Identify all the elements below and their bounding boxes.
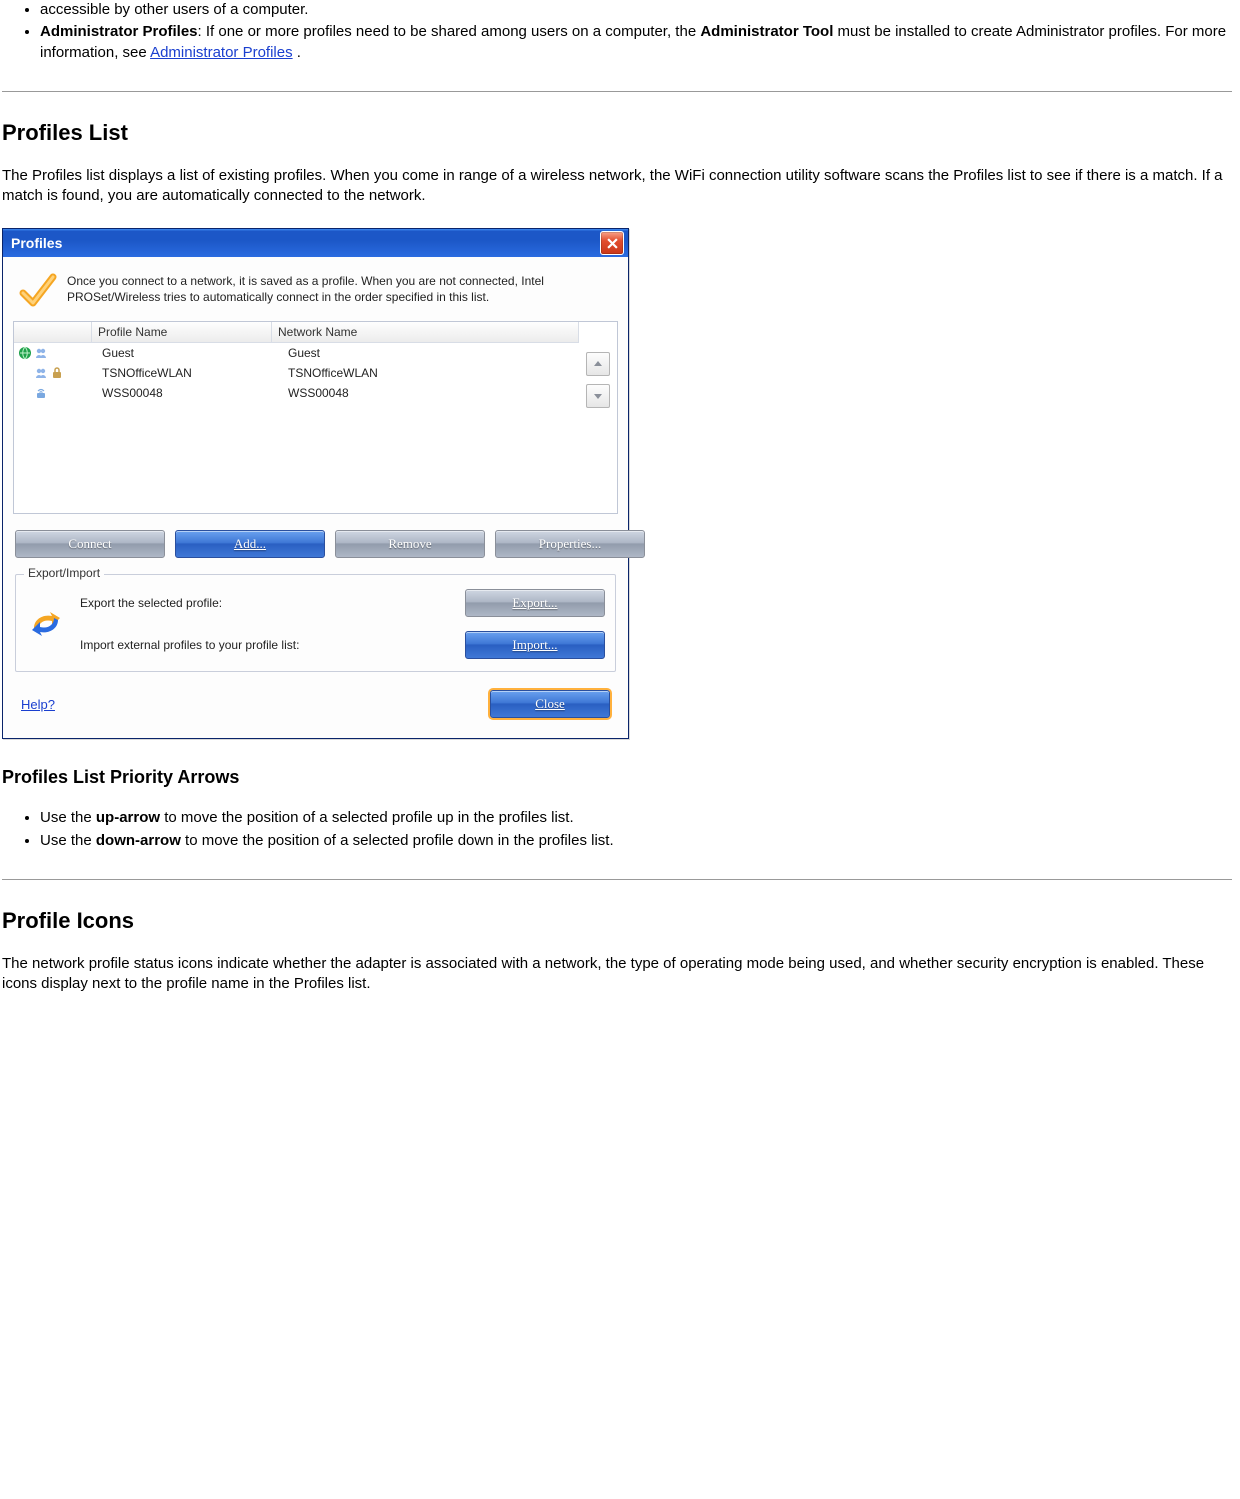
users-icon <box>34 346 48 360</box>
list-item: Use the down-arrow to move the position … <box>40 831 1232 851</box>
export-import-group: Export/Import Export the selected profil… <box>15 574 616 672</box>
profile-icons-heading: Profile Icons <box>2 908 1232 934</box>
admin-profiles-link[interactable]: Administrator Profiles <box>150 44 293 61</box>
bullet-bold: Administrator Profiles <box>40 23 198 40</box>
bullet-bold: Administrator Tool <box>700 23 833 40</box>
list-item: Administrator Profiles: If one or more p… <box>40 22 1232 63</box>
group-label: Export/Import <box>24 566 104 580</box>
table-body[interactable]: Guest Guest TSNOfficeWLAN TSNOfficeWLAN <box>14 343 579 513</box>
bullet-text: Use the <box>40 832 96 849</box>
profiles-list-paragraph: The Profiles list displays a list of exi… <box>2 166 1232 207</box>
properties-button[interactable]: Properties... <box>495 530 645 558</box>
bullet-text: to move the position of a selected profi… <box>160 809 574 826</box>
bullet-bold: up-arrow <box>96 809 160 826</box>
move-down-button[interactable] <box>586 384 610 408</box>
profiles-list-heading: Profiles List <box>2 120 1232 146</box>
lock-icon <box>50 366 64 380</box>
header-profile-name[interactable]: Profile Name <box>92 322 272 342</box>
table-row[interactable]: WSS00048 WSS00048 <box>14 383 579 403</box>
header-network-name[interactable]: Network Name <box>272 322 579 342</box>
connect-button[interactable]: Connect <box>15 530 165 558</box>
move-up-button[interactable] <box>586 352 610 376</box>
header-icons[interactable] <box>14 322 92 342</box>
table-header: Profile Name Network Name <box>14 322 579 343</box>
divider <box>2 91 1232 92</box>
checkmark-icon <box>17 271 57 311</box>
help-link[interactable]: Help? <box>21 697 55 712</box>
profile-icons-paragraph: The network profile status icons indicat… <box>2 954 1232 995</box>
wifi-adapter-icon <box>34 386 48 400</box>
cell-network-name: TSNOfficeWLAN <box>282 366 579 380</box>
dialog-button-row: Connect Add... Remove Properties... <box>11 514 620 572</box>
bullet-bold: down-arrow <box>96 832 181 849</box>
intro-bullet-list: accessible by other users of a computer.… <box>40 0 1232 63</box>
cell-profile-name: WSS00048 <box>96 386 282 400</box>
add-button[interactable]: Add... <box>175 530 325 558</box>
list-item: accessible by other users of a computer. <box>40 0 1232 20</box>
bullet-text: accessible by other users of a computer. <box>40 1 308 18</box>
dialog-title: Profiles <box>11 235 62 251</box>
network-globe-icon <box>18 346 32 360</box>
profiles-dialog: Profiles Once you connect to a network, … <box>2 228 629 739</box>
dialog-titlebar[interactable]: Profiles <box>3 229 628 257</box>
import-label: Import external profiles to your profile… <box>80 638 465 652</box>
bullet-text: . <box>293 44 301 61</box>
bullet-text: Use the <box>40 809 96 826</box>
dialog-intro: Once you connect to a network, it is sav… <box>11 265 620 321</box>
dialog-intro-text: Once you connect to a network, it is sav… <box>67 271 616 311</box>
table-row[interactable]: Guest Guest <box>14 343 579 363</box>
close-button[interactable]: Close <box>490 690 610 718</box>
divider <box>2 879 1232 880</box>
table-row[interactable]: TSNOfficeWLAN TSNOfficeWLAN <box>14 363 579 383</box>
sync-arrows-icon <box>26 604 66 644</box>
cell-network-name: Guest <box>282 346 579 360</box>
remove-button[interactable]: Remove <box>335 530 485 558</box>
cell-network-name: WSS00048 <box>282 386 579 400</box>
cell-profile-name: Guest <box>96 346 282 360</box>
export-button[interactable]: Export... <box>465 589 605 617</box>
users-icon <box>34 366 48 380</box>
list-item: Use the up-arrow to move the position of… <box>40 808 1232 828</box>
dialog-body: Once you connect to a network, it is sav… <box>3 257 628 738</box>
priority-bullet-list: Use the up-arrow to move the position of… <box>40 808 1232 851</box>
bullet-text: to move the position of a selected profi… <box>181 832 614 849</box>
import-button[interactable]: Import... <box>465 631 605 659</box>
export-label: Export the selected profile: <box>80 596 465 610</box>
dialog-footer: Help? Close <box>11 680 620 730</box>
priority-arrows <box>579 322 617 513</box>
close-icon[interactable] <box>600 231 624 255</box>
priority-arrows-heading: Profiles List Priority Arrows <box>2 767 1232 788</box>
cell-profile-name: TSNOfficeWLAN <box>96 366 282 380</box>
bullet-text: : If one or more profiles need to be sha… <box>198 23 701 40</box>
profiles-table: Profile Name Network Name Guest Guest <box>13 321 618 514</box>
